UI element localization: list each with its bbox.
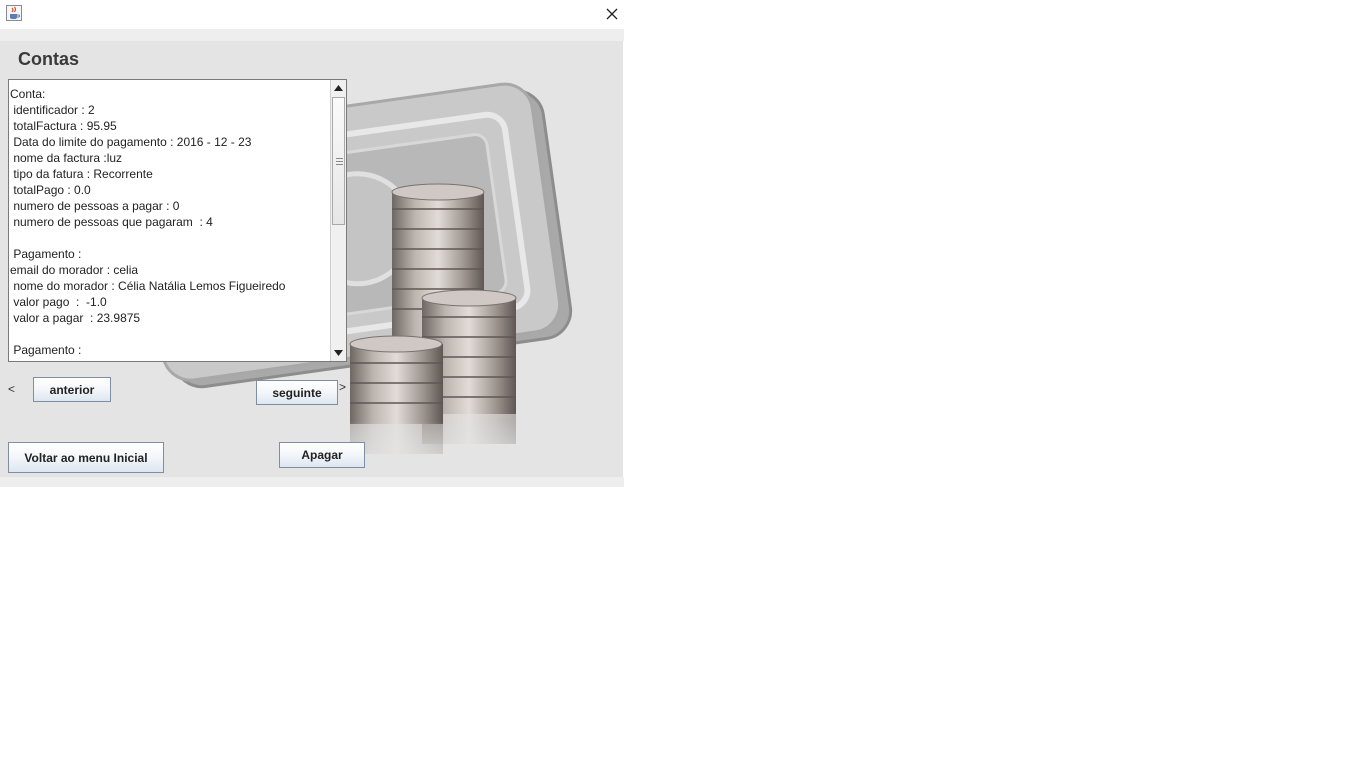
details-line: nome da factura :luz [10,151,123,165]
scroll-up-button[interactable] [331,80,346,95]
details-line: Data do limite do pagamento : 2016 - 12 … [10,135,252,149]
arrow-down-icon [334,349,343,356]
details-line: Pagamento : [10,343,82,357]
page-title: Contas [18,49,80,69]
app-window: Contas Conta: identificador : 2 totalFac… [0,0,624,487]
delete-button[interactable]: Apagar [279,442,365,468]
details-line: tipo da fatura : Recorrente [10,167,153,181]
scroll-thumb[interactable] [332,97,345,225]
title-bar [0,0,624,29]
bottom-strip [0,477,624,487]
details-line: nome do morador : Célia Natália Lemos Fi… [10,279,286,293]
arrow-up-icon [334,84,343,91]
details-line: totalPago : 0.0 [10,183,91,197]
account-details-textarea[interactable]: Conta: identificador : 2 totalFactura : … [8,79,347,362]
details-line: totalFactura : 95.95 [10,119,117,133]
close-icon [606,8,618,20]
next-symbol: > [339,380,347,394]
previous-button[interactable]: anterior [33,377,111,402]
details-line: email do morador : celia [10,263,139,277]
menu-strip [0,29,624,41]
scroll-down-button[interactable] [331,345,346,360]
details-line [10,230,330,246]
details-line: numero de pessoas a pagar : 0 [10,199,180,213]
details-line: valor pago : -1.0 [10,295,107,309]
grip-icon [336,158,343,167]
java-cup-icon [6,5,22,21]
details-line: numero de pessoas que pagaram : 4 [10,215,213,229]
vertical-scrollbar[interactable] [330,80,346,361]
details-line: Pagamento : [10,247,82,261]
previous-symbol: < [8,382,16,396]
next-button[interactable]: seguinte [256,380,338,405]
details-line: identificador : 2 [10,103,95,117]
details-line: valor a pagar : 23.9875 [10,311,141,325]
details-line: Conta: [10,87,46,101]
account-details-text[interactable]: Conta: identificador : 2 totalFactura : … [10,86,330,358]
back-to-main-menu-button[interactable]: Voltar ao menu Inicial [8,442,164,473]
close-button[interactable] [601,3,623,25]
content-panel: Contas Conta: identificador : 2 totalFac… [0,41,623,477]
details-line [10,326,330,342]
